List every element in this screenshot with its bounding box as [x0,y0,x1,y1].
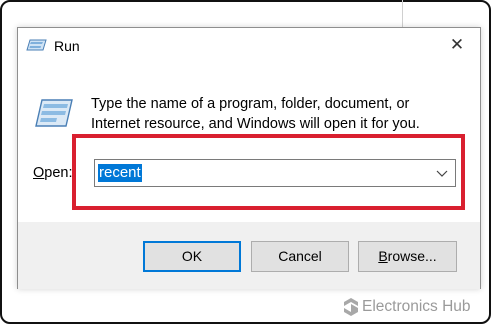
background-divider [402,0,403,28]
run-icon [26,39,47,51]
close-button[interactable]: ✕ [444,33,470,57]
ok-button[interactable]: OK [143,241,241,272]
run-icon [35,99,73,127]
open-label-rest: pen: [44,165,73,181]
run-description: Type the name of a program, folder, docu… [91,96,420,132]
close-icon: ✕ [449,35,465,54]
browse-rest: rowse... [387,248,437,264]
open-label-accel: O [33,165,45,181]
electronics-hub-logo [344,298,358,316]
browse-accel: B [378,248,388,264]
highlight-box [72,134,465,210]
title-bar[interactable]: Run ✕ [18,28,480,62]
open-label: Open: [33,165,73,181]
watermark-text: Electronics Hub [362,298,471,315]
browse-button[interactable]: Browse... [358,241,457,272]
window-title: Run [54,38,80,54]
cancel-button[interactable]: Cancel [251,241,349,272]
